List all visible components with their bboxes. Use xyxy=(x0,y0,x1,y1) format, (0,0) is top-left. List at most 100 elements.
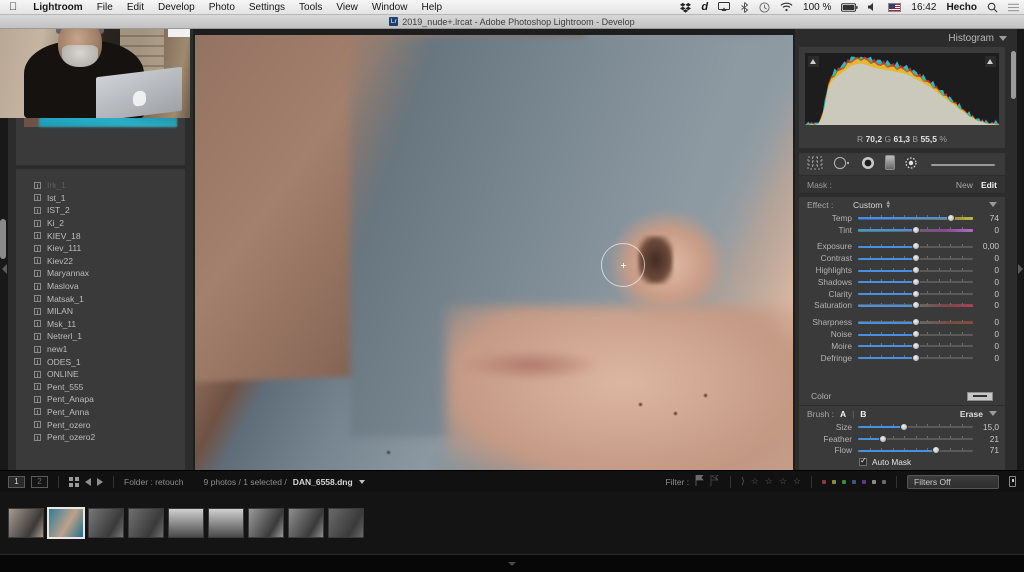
filmstrip-thumbnail[interactable] xyxy=(168,508,204,538)
menu-item-tools[interactable]: Tools xyxy=(292,0,329,15)
slider-row-clarity[interactable]: Clarity 0 xyxy=(799,288,1005,300)
slider-value[interactable]: 0 xyxy=(973,341,999,351)
slider-knob[interactable] xyxy=(900,422,908,431)
chevron-down-icon[interactable] xyxy=(989,202,997,207)
rating-star-2[interactable]: ☆ xyxy=(751,476,759,487)
slider-row-tint[interactable]: Tint 0 xyxy=(799,224,1005,236)
bottom-module-bar[interactable] xyxy=(0,554,1024,572)
color-label-custom[interactable] xyxy=(882,479,886,484)
crop-tool-icon[interactable] xyxy=(807,156,823,173)
menu-item-settings[interactable]: Settings xyxy=(242,0,292,15)
filmstrip-thumbnail[interactable] xyxy=(208,508,244,538)
slider-track[interactable] xyxy=(858,213,973,222)
filter-preset-dropdown[interactable]: Filters Off xyxy=(907,474,999,489)
slider-track[interactable] xyxy=(858,318,973,327)
slider-value[interactable]: 71 xyxy=(973,445,999,455)
user-name-label[interactable]: Hecho xyxy=(941,0,982,15)
folder-item-16[interactable]: Pent_555 xyxy=(16,381,185,394)
color-label-yellow[interactable] xyxy=(832,479,836,484)
filmstrip-thumbnail[interactable] xyxy=(48,508,84,538)
time-machine-icon[interactable] xyxy=(754,1,775,13)
chevron-down-icon[interactable] xyxy=(358,479,365,484)
filmstrip-thumbnail[interactable] xyxy=(8,508,44,538)
clock-label[interactable]: 16:42 xyxy=(906,0,941,15)
color-label-none[interactable] xyxy=(872,479,876,484)
wifi-icon[interactable] xyxy=(775,2,798,12)
slider-row-exposure[interactable]: Exposure 0,00 xyxy=(799,241,1005,253)
slider-value[interactable]: 0,00 xyxy=(973,241,999,251)
folder-item-6[interactable]: Kiev22 xyxy=(16,255,185,268)
slider-value[interactable]: 74 xyxy=(973,213,999,223)
filmstrip-thumbnail[interactable] xyxy=(328,508,364,538)
slider-knob[interactable] xyxy=(911,254,920,263)
slider-row-contrast[interactable]: Contrast 0 xyxy=(799,252,1005,264)
color-label-blue[interactable] xyxy=(852,479,856,484)
folder-item-20[interactable]: Pent_ozero2 xyxy=(16,431,185,444)
slider-value[interactable]: 0 xyxy=(973,289,999,299)
nav-forward-icon[interactable] xyxy=(97,477,103,486)
image-canvas[interactable] xyxy=(193,29,795,499)
chevron-down-icon[interactable] xyxy=(989,411,997,416)
filmstrip-thumbnail[interactable] xyxy=(288,508,324,538)
slider-track[interactable] xyxy=(858,341,973,350)
slider-value[interactable]: 0 xyxy=(973,225,999,235)
rating-star-3[interactable]: ☆ xyxy=(765,476,773,487)
color-label-purple[interactable] xyxy=(862,479,866,484)
auto-mask-checkbox[interactable] xyxy=(859,456,867,467)
folder-item-18[interactable]: Pent_Anna xyxy=(16,406,185,419)
slider-knob[interactable] xyxy=(911,341,920,350)
chevron-updown-icon[interactable]: ▲▼ xyxy=(885,200,891,210)
slider-knob[interactable] xyxy=(911,330,920,339)
slider-row-saturation[interactable]: Saturation 0 xyxy=(799,300,1005,312)
folder-item-9[interactable]: Matsak_1 xyxy=(16,292,185,305)
volume-icon[interactable] xyxy=(863,2,883,12)
slider-track[interactable] xyxy=(858,225,973,234)
graduated-filter-icon[interactable] xyxy=(885,155,895,173)
slider-value[interactable]: 0 xyxy=(973,265,999,275)
effect-preset-value[interactable]: Custom xyxy=(853,200,882,210)
slider-value[interactable]: 15,0 xyxy=(973,422,999,432)
display-2-button[interactable]: 2 xyxy=(31,475,48,488)
folder-item-8[interactable]: Maslova xyxy=(16,280,185,293)
mask-edit-button[interactable]: Edit xyxy=(981,180,997,190)
folder-item-12[interactable]: Netrerl_1 xyxy=(16,330,185,343)
slider-track[interactable] xyxy=(858,254,973,263)
slider-track[interactable] xyxy=(858,434,973,443)
flag-reject-icon[interactable] xyxy=(710,474,720,489)
slider-track[interactable] xyxy=(858,277,973,286)
highlight-clipping-indicator[interactable] xyxy=(985,56,996,67)
slider-knob[interactable] xyxy=(911,242,920,251)
rating-star-4[interactable]: ☆ xyxy=(779,476,787,487)
menu-item-lightroom[interactable]: Lightroom xyxy=(26,0,89,15)
menu-item-view[interactable]: View xyxy=(329,0,365,15)
left-panel-scrollbar[interactable] xyxy=(0,219,6,259)
slider-track[interactable] xyxy=(858,422,973,431)
grid-view-icon[interactable] xyxy=(69,476,79,487)
folder-item-0[interactable]: Irk_1 xyxy=(16,179,185,192)
menu-item-window[interactable]: Window xyxy=(365,0,415,15)
folder-item-2[interactable]: IST_2 xyxy=(16,204,185,217)
menu-item-develop[interactable]: Develop xyxy=(151,0,202,15)
nav-back-icon[interactable] xyxy=(85,477,91,486)
folder-item-4[interactable]: KIEV_18 xyxy=(16,229,185,242)
brush-size-slider[interactable] xyxy=(931,160,997,169)
slider-row-defringe[interactable]: Defringe 0 xyxy=(799,352,1005,364)
slider-row-temp[interactable]: Temp 74 xyxy=(799,212,1005,224)
histogram-plot[interactable] xyxy=(805,53,999,125)
folder-breadcrumb[interactable]: Folder : retouch xyxy=(124,477,184,487)
filmstrip[interactable] xyxy=(0,492,1024,554)
slider-knob[interactable] xyxy=(947,213,956,222)
folder-item-11[interactable]: Msk_11 xyxy=(16,318,185,331)
menu-item-help[interactable]: Help xyxy=(414,0,449,15)
histogram-header[interactable]: Histogram xyxy=(795,29,1017,47)
auto-mask-row[interactable]: Auto Mask xyxy=(799,456,1005,468)
filmstrip-thumbnail[interactable] xyxy=(88,508,124,538)
slider-value[interactable]: 0 xyxy=(973,277,999,287)
slider-knob[interactable] xyxy=(911,277,920,286)
brush-erase-button[interactable]: Erase xyxy=(960,409,983,419)
slider-track[interactable] xyxy=(858,242,973,251)
chevron-down-icon[interactable] xyxy=(999,35,1007,41)
folder-item-10[interactable]: MILAN xyxy=(16,305,185,318)
folder-item-19[interactable]: Pent_ozero xyxy=(16,418,185,431)
filmstrip-thumbnail[interactable] xyxy=(128,508,164,538)
